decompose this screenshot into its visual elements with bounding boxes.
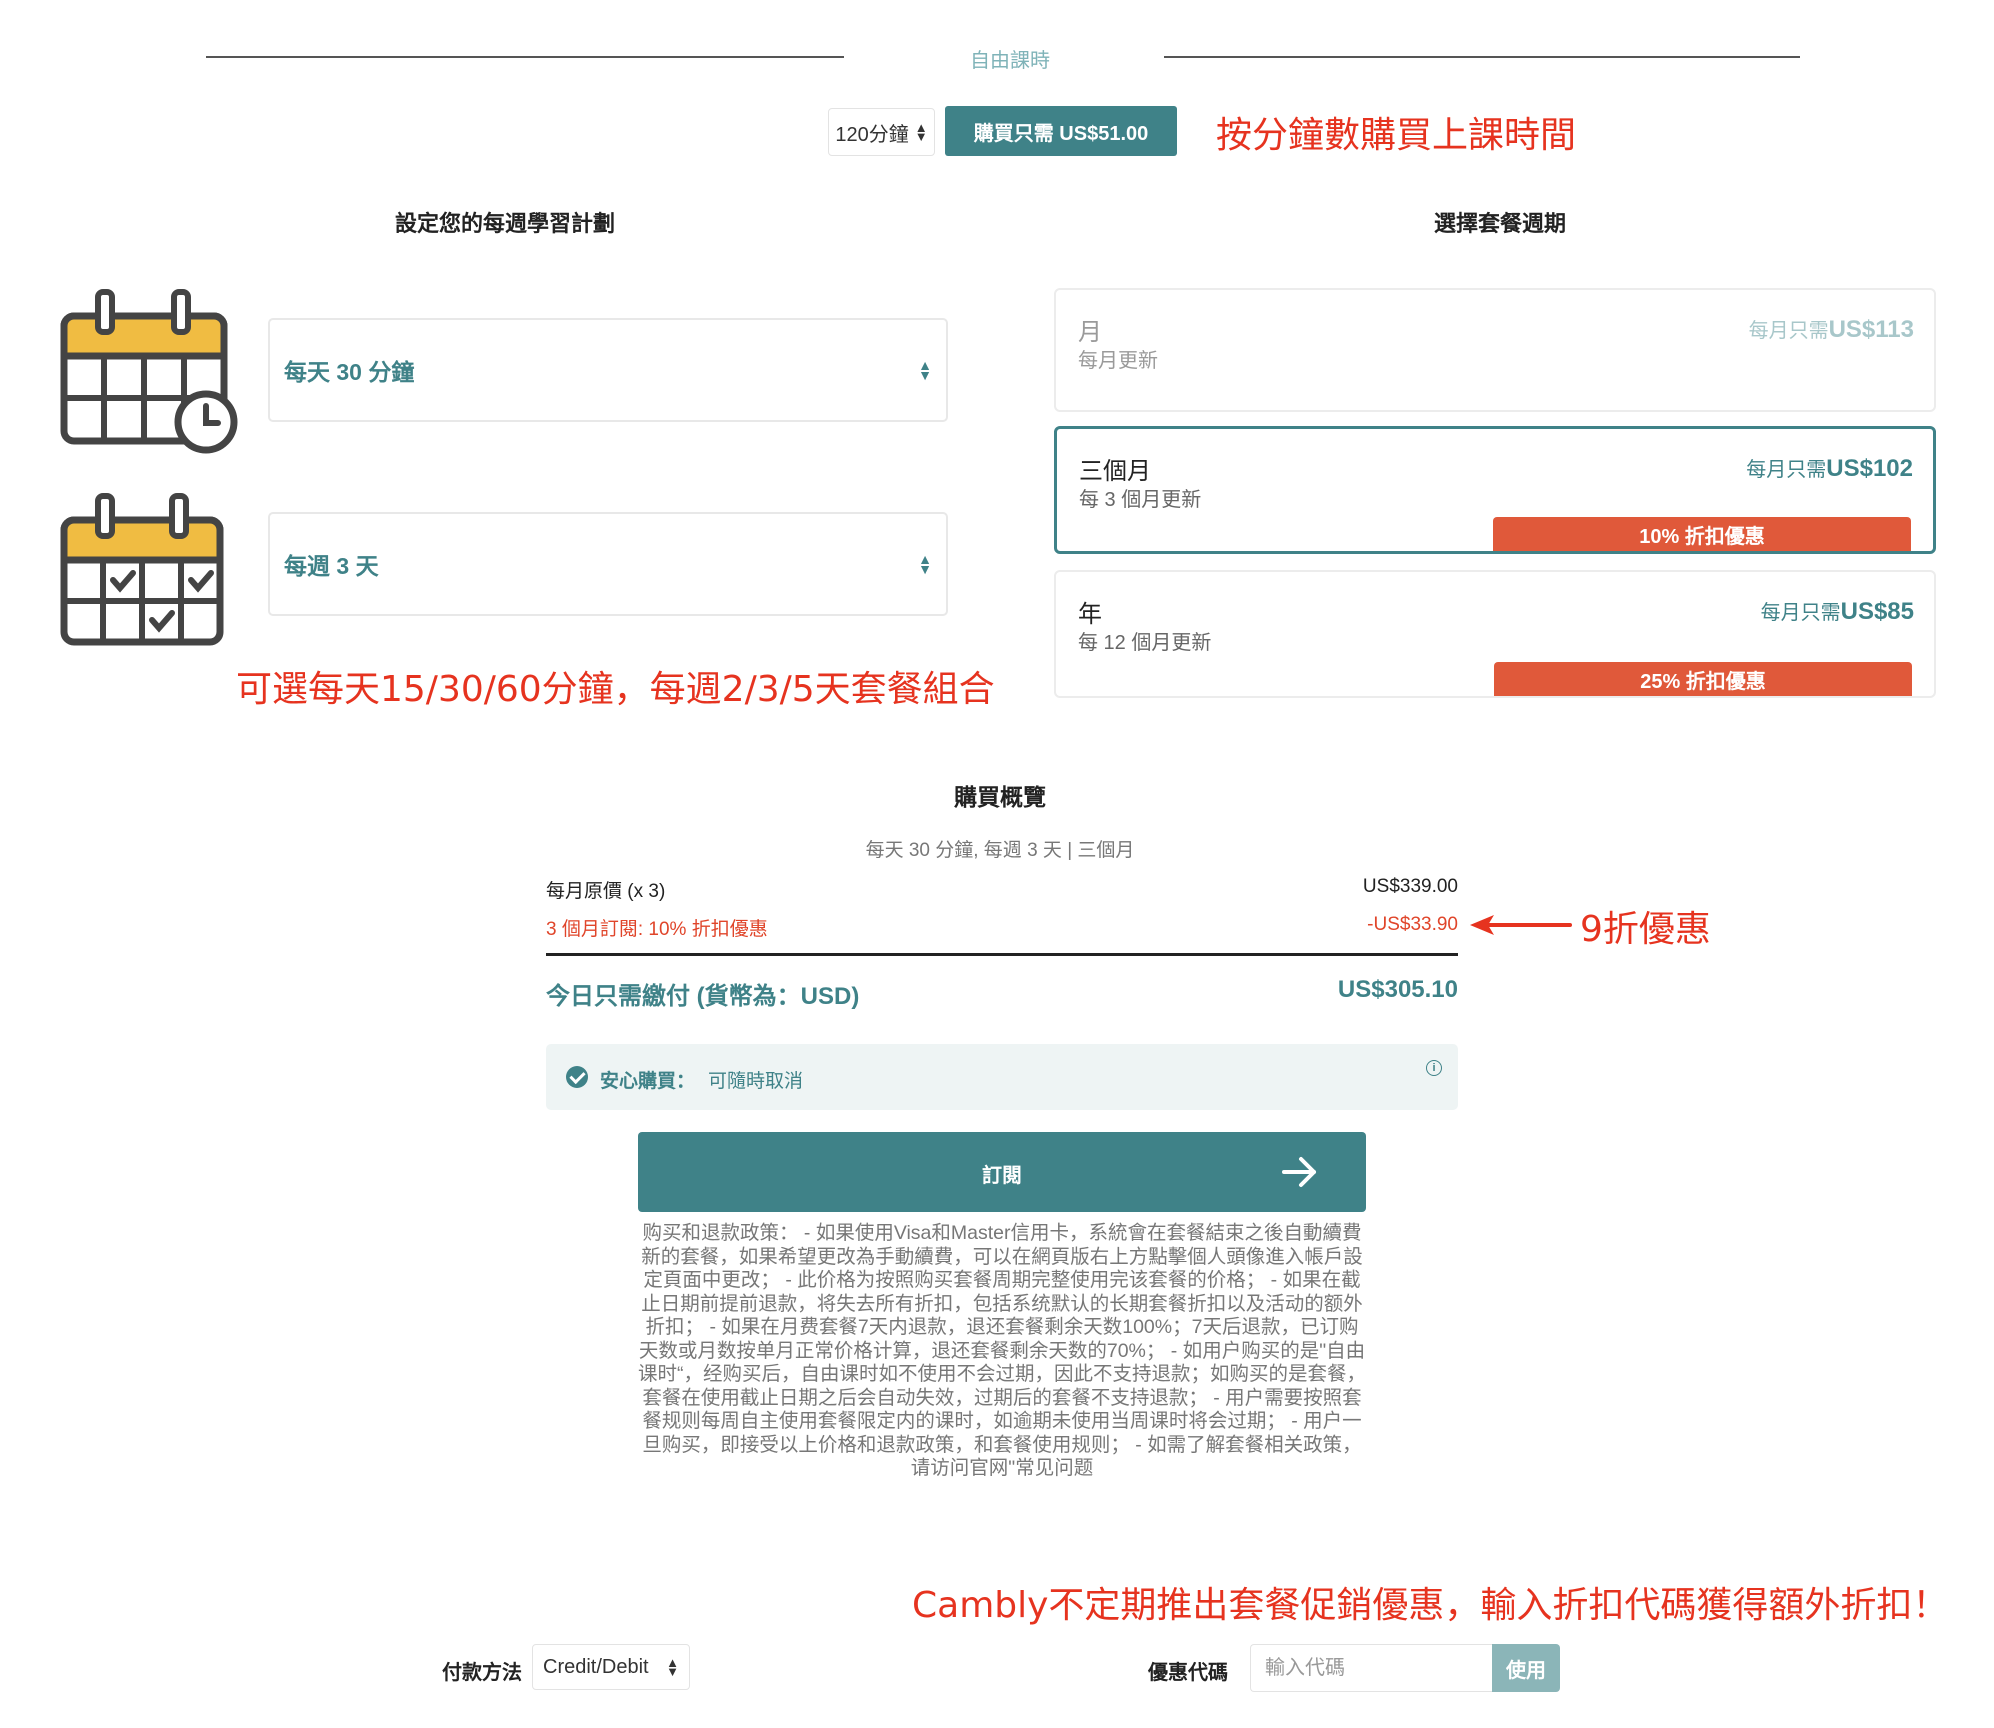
updown-icon: ▲ ▼ xyxy=(914,120,928,144)
buy-free-time-button[interactable]: 購買只需 US$51.00 xyxy=(945,106,1177,156)
calendar-check-icon xyxy=(60,493,224,646)
discount-annotation: 9折優惠 xyxy=(1580,909,1711,950)
weekly-plan-heading: 設定您的每週學習計劃 xyxy=(394,211,615,236)
package-price: 每月只需US$102 xyxy=(1746,455,1913,482)
updown-icon: ▲ ▼ xyxy=(666,1655,679,1679)
subscribe-button[interactable]: 訂閱 xyxy=(638,1132,1366,1212)
promo-annotation: Cambly不定期推出套餐促銷優惠，輸入折扣代碼獲得額外折扣！ xyxy=(912,1585,1949,1626)
package-card-three-months[interactable]: 三個月 每 3 個月更新 每月只需US$102 10% 折扣優惠 xyxy=(1054,426,1936,554)
safe-purchase-box: 安心購買： 可隨時取消 i xyxy=(546,1044,1458,1110)
package-renew: 每 12 個月更新 xyxy=(1078,632,1212,654)
subscribe-label: 訂閱 xyxy=(982,1165,1022,1187)
payment-method-select[interactable]: Credit/Debit ▲ ▼ xyxy=(532,1644,690,1690)
summary-title: 購買概覽 xyxy=(954,784,1046,810)
minutes-select[interactable]: 120分鐘 ▲ ▼ xyxy=(828,108,935,156)
package-name: 年 xyxy=(1078,601,1102,628)
package-name: 三個月 xyxy=(1079,458,1151,485)
free-time-annotation: 按分鐘數購買上課時間 xyxy=(1216,115,1577,156)
payment-method-label: 付款方法 xyxy=(442,1662,522,1684)
minutes-per-day-select[interactable]: 每天 30 分鐘 ▲ ▼ xyxy=(268,318,948,422)
updown-icon: ▲ ▼ xyxy=(918,357,932,383)
package-price: 每月只需US$85 xyxy=(1760,598,1914,625)
package-renew: 每 3 個月更新 xyxy=(1079,489,1202,511)
discount-label: 3 個月訂閱: 10% 折扣優惠 xyxy=(546,919,768,940)
package-price: 每月只需US$113 xyxy=(1748,316,1914,343)
payment-method-value: Credit/Debit xyxy=(543,1655,649,1678)
coupon-label: 優惠代碼 xyxy=(1148,1662,1228,1684)
days-per-week-select[interactable]: 每週 3 天 ▲ ▼ xyxy=(268,512,948,616)
summary-subtitle: 每天 30 分鐘, 每週 3 天 | 三個月 xyxy=(865,840,1135,861)
package-card-monthly[interactable]: 月 每月更新 每月只需US$113 xyxy=(1054,288,1936,412)
safe-purchase-label: 安心購買： xyxy=(600,1071,696,1092)
refund-policy-text: 购买和退款政策： - 如果使用Visa和Master信用卡，系統會在套餐結束之後… xyxy=(638,1222,1366,1479)
total-label: 今日只需繳付 (貨幣為：USD) xyxy=(546,983,860,1010)
coupon-input[interactable] xyxy=(1250,1644,1492,1692)
total-divider xyxy=(546,953,1458,956)
discount-value: -US$33.90 xyxy=(1367,914,1458,935)
minutes-select-value: 120分鐘 xyxy=(835,123,909,146)
package-card-yearly[interactable]: 年 每 12 個月更新 每月只需US$85 25% 折扣優惠 xyxy=(1054,570,1936,698)
days-per-week-value: 每週 3 天 xyxy=(284,553,379,579)
divider-right xyxy=(1164,56,1800,58)
original-price-value: US$339.00 xyxy=(1362,876,1458,897)
package-cycle-heading: 選擇套餐週期 xyxy=(1433,211,1566,236)
free-time-title: 自由課時 xyxy=(970,50,1050,72)
safe-purchase-text: 可隨時取消 xyxy=(708,1071,804,1092)
apply-coupon-button[interactable]: 使用 xyxy=(1492,1644,1560,1692)
check-circle-icon xyxy=(566,1066,588,1088)
updown-icon: ▲ ▼ xyxy=(918,551,932,577)
calendar-clock-icon xyxy=(60,289,238,454)
weekly-plan-annotation: 可選每天15/30/60分鐘，每週2/3/5天套餐組合 xyxy=(236,669,995,710)
arrow-right-icon xyxy=(1282,1157,1316,1187)
package-name: 月 xyxy=(1078,319,1102,346)
original-price-label: 每月原價 (x 3) xyxy=(546,881,666,902)
discount-badge: 10% 折扣優惠 xyxy=(1493,517,1911,551)
arrow-left-icon xyxy=(1470,915,1572,935)
total-value: US$305.10 xyxy=(1337,976,1458,1003)
info-icon[interactable]: i xyxy=(1426,1060,1442,1076)
package-renew: 每月更新 xyxy=(1078,350,1158,372)
minutes-per-day-value: 每天 30 分鐘 xyxy=(284,359,415,385)
discount-badge: 25% 折扣優惠 xyxy=(1494,662,1912,696)
divider-left xyxy=(206,56,844,58)
